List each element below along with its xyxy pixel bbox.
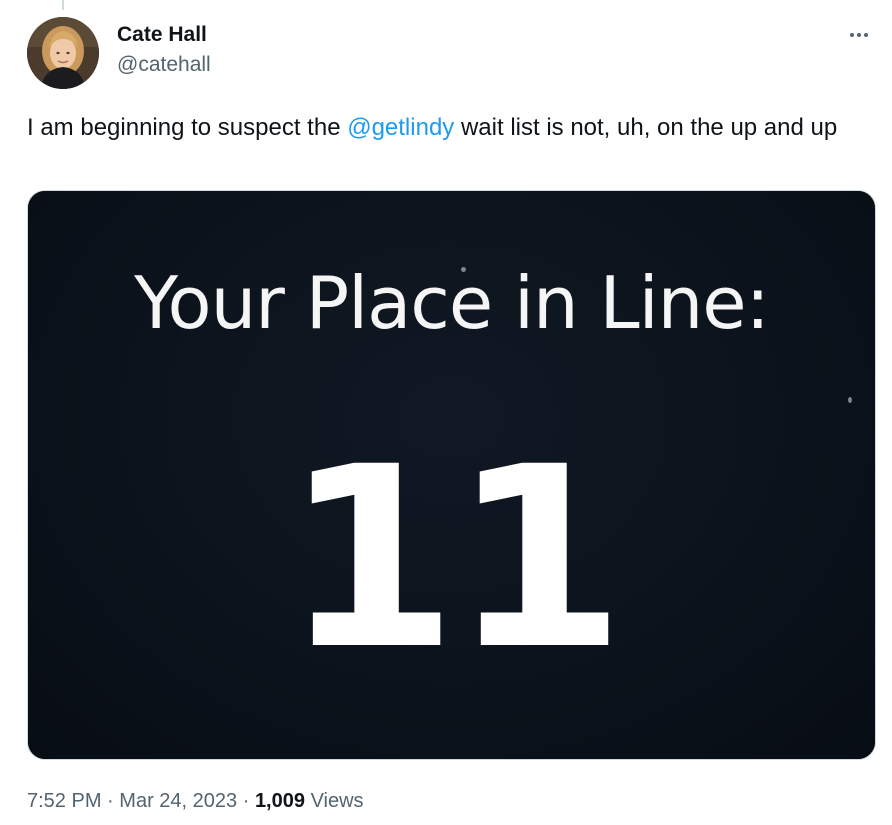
tweet-text: I am beginning to suspect the @getlindy …: [27, 112, 882, 143]
tweet-time[interactable]: 7:52 PM: [27, 790, 101, 812]
more-horizontal-icon: [850, 33, 868, 37]
tweet-text-before: I am beginning to suspect the: [27, 114, 348, 141]
media-place-number: 11: [283, 413, 626, 704]
mention-link[interactable]: @getlindy: [347, 114, 454, 141]
author-info: Cate Hall @catehall: [117, 22, 211, 78]
more-options-button[interactable]: [844, 20, 874, 50]
avatar-image: [27, 17, 99, 89]
media-speck: [848, 397, 852, 403]
tweet: Cate Hall @catehall I am beginning to su…: [0, 0, 892, 825]
tweet-metadata: 7:52 PM · Mar 24, 2023 · 1,009 Views: [27, 788, 364, 814]
media-heading: Your Place in Line:: [134, 261, 770, 345]
meta-separator: ·: [242, 790, 250, 812]
author-display-name[interactable]: Cate Hall: [117, 22, 211, 48]
author-handle[interactable]: @catehall: [117, 52, 211, 78]
avatar[interactable]: [27, 17, 99, 89]
tweet-media-image[interactable]: Your Place in Line: 11: [27, 190, 876, 760]
meta-separator: ·: [107, 790, 114, 812]
tweet-date[interactable]: Mar 24, 2023: [119, 790, 237, 812]
views-label: Views: [310, 790, 364, 812]
views-count: 1,009: [254, 790, 305, 812]
tweet-text-after: wait list is not, uh, on the up and up: [454, 114, 838, 141]
